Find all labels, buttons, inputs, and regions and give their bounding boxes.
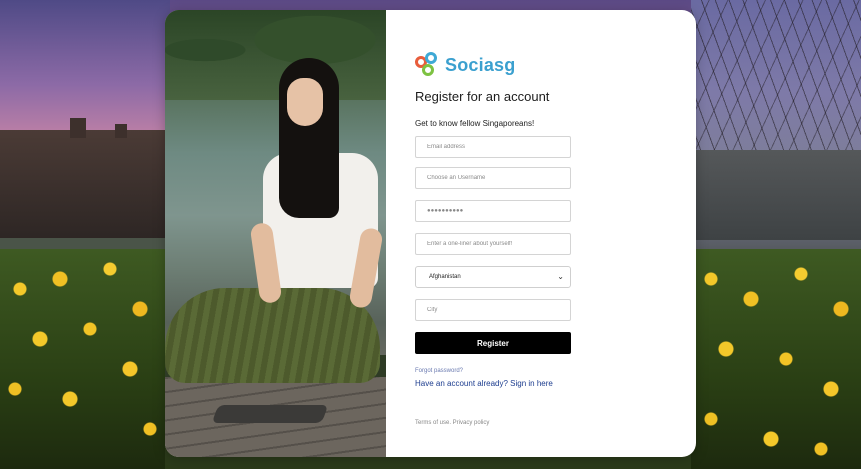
country-select-value: Afghanistan (429, 274, 461, 280)
logo-circle-green (422, 64, 434, 76)
logo-icon (415, 52, 441, 78)
background-building (0, 118, 165, 240)
register-form: Sociasg Register for an account Get to k… (415, 10, 675, 457)
brand-name: Sociasg (445, 54, 516, 75)
background-wall (696, 150, 861, 240)
background-flowers-left (0, 249, 165, 469)
page-title: Register for an account (415, 89, 550, 104)
page-subtitle: Get to know fellow Singaporeans! (415, 119, 535, 128)
city-field[interactable] (415, 299, 571, 321)
username-field[interactable] (415, 167, 571, 189)
password-field[interactable] (415, 200, 571, 222)
bio-field[interactable] (415, 233, 571, 255)
photo-person (165, 58, 385, 383)
register-button[interactable]: Register (415, 332, 571, 354)
person-face (287, 78, 323, 126)
meditation-photo (165, 10, 386, 457)
photo-railing (211, 405, 329, 423)
sign-in-link[interactable]: Have an account already? Sign in here (415, 379, 553, 388)
brand-logo: Sociasg (415, 52, 515, 78)
terms-privacy-link[interactable]: Terms of use. Privacy policy (415, 420, 489, 426)
chevron-down-icon: ⌄ (557, 272, 564, 281)
background-trees (691, 0, 861, 160)
register-card: Sociasg Register for an account Get to k… (165, 10, 696, 457)
forgot-password-link[interactable]: Forgot password? (415, 368, 463, 374)
background-flowers-right (691, 249, 861, 469)
email-field[interactable] (415, 136, 571, 158)
logo-circle-blue (425, 52, 437, 64)
country-select[interactable]: Afghanistan ⌄ (415, 266, 571, 288)
